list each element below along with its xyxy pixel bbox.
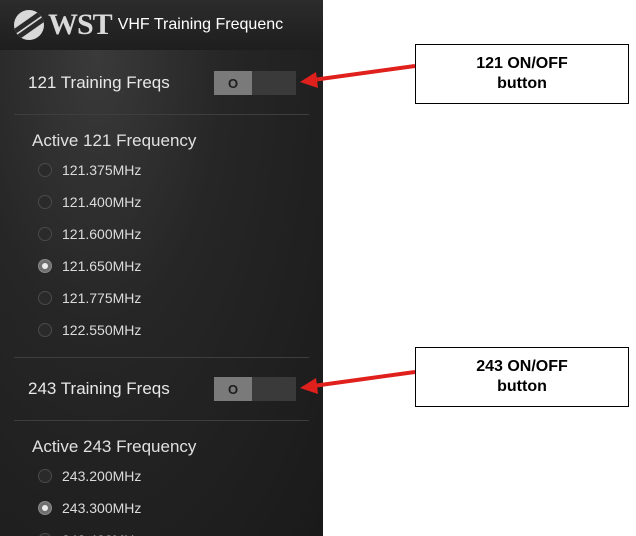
arrow-243 [312,370,416,388]
arrow-head-121 [300,72,318,88]
arrow-head-243 [300,378,318,394]
arrow-121 [312,64,416,82]
annotation-arrows [300,64,416,394]
